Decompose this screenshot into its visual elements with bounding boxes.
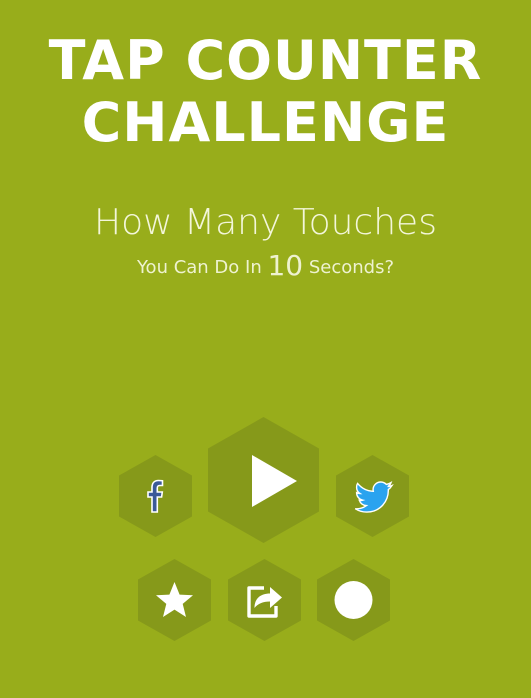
seconds-count: 10 [267,249,304,282]
question-suffix: Seconds? [308,257,395,278]
question-line2: You Can Do In 10 Seconds? [0,248,531,286]
rate-button[interactable] [138,559,211,641]
game-title: TAP COUNTER CHALLENGE [0,30,531,154]
twitter-button[interactable] [336,455,409,537]
play-button[interactable] [208,417,319,543]
circle-icon [334,581,373,619]
game-title-line1: TAP COUNTER [48,29,483,92]
record-button[interactable] [317,559,390,641]
game-title-line2: CHALLENGE [81,91,450,154]
question-line1: How Many Touches [94,202,437,243]
question-prefix: You Can Do In [136,257,262,278]
share-button[interactable] [228,559,301,641]
facebook-button[interactable] [119,455,192,537]
